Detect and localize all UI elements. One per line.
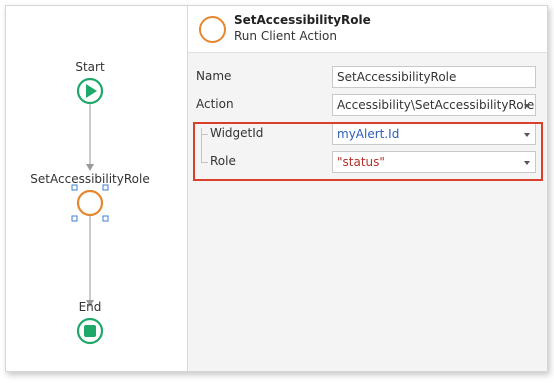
logic-editor-window: Start SetAccessibilityRole End SetAccess… bbox=[5, 5, 548, 372]
action-value: Accessibility\SetAccessibilityRole bbox=[337, 98, 535, 112]
name-label: Name bbox=[196, 69, 232, 83]
client-action-icon bbox=[199, 16, 226, 43]
name-value: SetAccessibilityRole bbox=[337, 70, 457, 84]
start-node[interactable] bbox=[76, 77, 104, 105]
name-field[interactable]: SetAccessibilityRole bbox=[332, 66, 536, 88]
action-label: Action bbox=[196, 97, 234, 111]
stop-icon bbox=[84, 325, 96, 337]
connector-arrow-1 bbox=[86, 164, 94, 171]
end-node[interactable] bbox=[76, 317, 104, 345]
action-node[interactable] bbox=[71, 184, 109, 222]
action-select[interactable]: Accessibility\SetAccessibilityRole bbox=[332, 94, 536, 116]
properties-panel: SetAccessibilityRole Run Client Action N… bbox=[188, 6, 547, 371]
start-label: Start bbox=[75, 60, 105, 74]
properties-header: SetAccessibilityRole Run Client Action bbox=[188, 6, 547, 53]
chevron-down-icon[interactable] bbox=[524, 104, 530, 108]
properties-subtitle: Run Client Action bbox=[234, 29, 337, 43]
flow-canvas[interactable]: Start SetAccessibilityRole End bbox=[6, 6, 187, 371]
parameters-highlight bbox=[193, 122, 543, 181]
properties-title: SetAccessibilityRole bbox=[234, 13, 371, 27]
selection-handle-bl bbox=[71, 215, 78, 222]
selection-handle-br bbox=[102, 215, 109, 222]
end-label: End bbox=[78, 300, 102, 314]
action-node-label: SetAccessibilityRole bbox=[30, 172, 150, 186]
